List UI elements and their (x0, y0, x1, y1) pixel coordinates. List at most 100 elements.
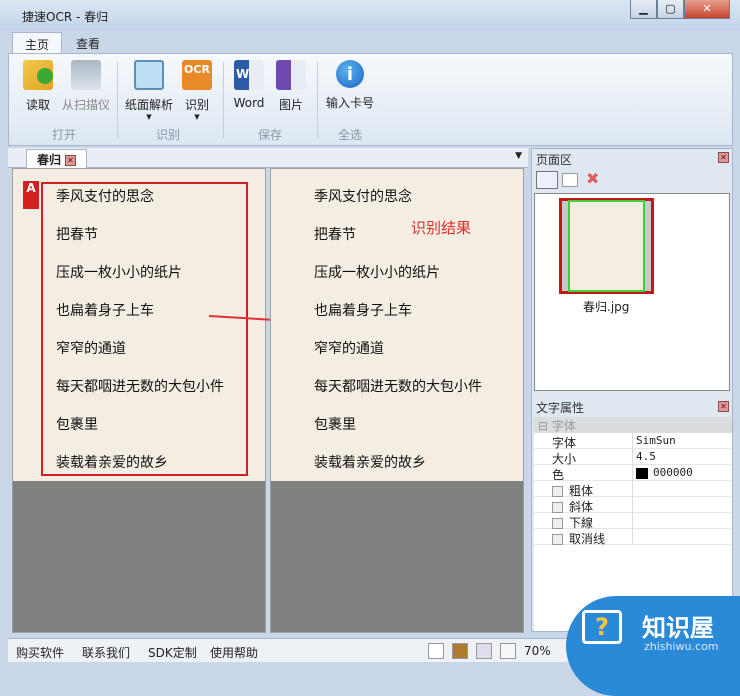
document-tab[interactable]: 春归 ✕ (26, 149, 88, 168)
source-line: 包裹里 (56, 417, 98, 433)
source-page: A 季风支付的思念 把春节压成一枚小小的纸片 也扁着身子上车 窄窄的通道每天都咽进无数… (13, 169, 303, 481)
read-button[interactable]: 读取 (21, 60, 55, 113)
result-pane: 识别结果 季风支付的思念 把春节压成一枚小小的纸片 也扁着身子上车 窄窄的通道每天都咽… (270, 168, 524, 633)
result-line[interactable]: 每天都咽进无数的大包小件 (314, 376, 482, 396)
property-row[interactable]: 色 000000 (534, 465, 732, 482)
property-name: 取消线 (552, 530, 605, 547)
close-text-props-icon[interactable]: ✕ (718, 401, 729, 412)
watermark-text: 知识屋 (642, 614, 714, 642)
close-page-panel-icon[interactable]: ✕ (718, 152, 729, 163)
page-thumbnail[interactable] (559, 198, 654, 294)
source-line: 窄窄的通道 (56, 341, 126, 357)
result-line[interactable]: 窄窄的通道 (314, 338, 384, 358)
help-link[interactable]: 使用帮助 (210, 644, 258, 661)
checkbox[interactable] (552, 534, 563, 545)
property-label: 字体 (552, 436, 577, 450)
save-image-button[interactable]: 图片 (275, 60, 307, 113)
text-view-icon[interactable] (476, 643, 492, 659)
folder-open-icon (23, 60, 53, 90)
thumbnail-view-icon[interactable] (536, 171, 558, 189)
document-tab-label: 春归 (37, 153, 62, 167)
result-label: 识别结果 (411, 219, 472, 237)
checkbox-row[interactable]: 下線 (534, 513, 732, 530)
save-word-button[interactable]: W Word (231, 60, 267, 110)
checkbox-row[interactable]: 斜体 (534, 497, 732, 514)
value-text: SimSun (636, 434, 676, 447)
window-title: 捷速OCR - 春归 (22, 10, 109, 24)
category-font[interactable]: ⊟ 字体 (534, 417, 732, 433)
buy-link[interactable]: 购买软件 (16, 644, 64, 661)
property-value[interactable]: 4.5 (636, 450, 656, 463)
tab-home[interactable]: 主页 (12, 32, 63, 54)
split-view-icon[interactable] (500, 643, 516, 659)
property-label: 粗体 (569, 484, 594, 498)
watermark-sub: zhishiwu.com (644, 640, 719, 653)
enter-card-button[interactable]: i 输入卡号 (323, 60, 377, 111)
property-value[interactable]: 000000 (636, 466, 693, 479)
source-line: 压成一枚小小的纸片 (56, 265, 182, 281)
page-list: 春归.jpg (534, 193, 730, 391)
text-region-icon: A (23, 181, 39, 209)
maximize-button[interactable]: ▢ (657, 0, 684, 19)
close-button[interactable]: ✕ (684, 0, 730, 19)
result-line[interactable]: 压成一枚小小的纸片 (314, 262, 440, 282)
result-line[interactable]: 季风支付的思念 (314, 186, 412, 206)
scanner-label: 从扫描仪 (61, 98, 110, 112)
image-view-icon[interactable] (452, 643, 468, 659)
divider (117, 62, 118, 138)
source-image-pane: A 季风支付的思念 把春节压成一枚小小的纸片 也扁着身子上车 窄窄的通道每天都咽进无数… (12, 168, 303, 633)
checkbox[interactable] (552, 518, 563, 529)
zoom-level[interactable]: 70% (524, 644, 551, 658)
property-label: 取消线 (569, 532, 606, 546)
sdk-link[interactable]: SDK定制 (148, 644, 197, 661)
read-label: 读取 (25, 98, 50, 112)
group-recognize: 识别 (155, 128, 180, 142)
recognize-button[interactable]: OCR 识别 ▼ (181, 60, 213, 121)
title-bar: 捷速OCR - 春归 ▁ ▢ ✕ (0, 0, 740, 30)
image-label: 图片 (278, 98, 303, 112)
scanner-icon (71, 60, 101, 90)
checkbox[interactable] (552, 502, 563, 513)
list-view-icon[interactable] (562, 173, 578, 187)
checkbox-row[interactable]: 取消线 (534, 529, 732, 547)
source-line: 季风支付的思念 (56, 189, 154, 205)
property-label: 下線 (569, 516, 594, 530)
result-line[interactable]: 也扁着身子上车 (314, 300, 412, 320)
minimize-button[interactable]: ▁ (630, 0, 657, 19)
source-line: 也扁着身子上车 (56, 303, 154, 319)
layout-analysis-icon (134, 60, 164, 90)
category-label: 字体 (551, 419, 576, 433)
source-line: 把春节 (56, 227, 98, 243)
checkbox[interactable] (552, 486, 563, 497)
checkbox-row[interactable]: 粗体 (534, 481, 732, 498)
result-line[interactable]: 装载着亲爱的故乡 (314, 452, 426, 472)
tab-view[interactable]: 查看 (64, 32, 112, 54)
contact-link[interactable]: 联系我们 (82, 644, 130, 661)
property-label: 色 (552, 468, 565, 482)
group-open: 打开 (51, 128, 76, 142)
delete-icon[interactable]: ✖ (586, 169, 599, 188)
result-line[interactable]: 包裹里 (314, 414, 356, 434)
scanner-button[interactable]: 从扫描仪 (59, 60, 113, 113)
property-label: 斜体 (569, 500, 594, 514)
info-icon: i (336, 60, 364, 88)
fit-page-icon[interactable] (428, 643, 444, 659)
side-panels: 页面区 ✕ ✖ 春归.jpg 文字属性 ✕ ⊟ 字体 字体 SimSun 大小 4.5… (531, 148, 733, 632)
ribbon: 读取 从扫描仪 纸面解析 ▼ OCR 识别 ▼ W Word 图片 i 输入卡号 打开 识… (8, 53, 733, 146)
property-row[interactable]: 大小 4.5 (534, 449, 732, 466)
image-icon (276, 60, 306, 90)
property-row[interactable]: 字体 SimSun (534, 433, 732, 450)
layout-analysis-label: 纸面解析 (124, 98, 173, 112)
source-line: 每天都咽进无数的大包小件 (56, 379, 224, 395)
result-line[interactable]: 把春节 (314, 224, 356, 244)
property-label: 大小 (552, 452, 577, 466)
property-value[interactable]: SimSun (636, 434, 676, 447)
group-select-all: 全选 (337, 128, 362, 142)
result-page[interactable]: 识别结果 季风支付的思念 把春节压成一枚小小的纸片 也扁着身子上车 窄窄的通道每天都咽… (271, 169, 523, 481)
source-line: 装载着亲爱的故乡 (56, 455, 168, 471)
divider (317, 62, 318, 138)
word-label: Word (233, 96, 265, 110)
layout-analysis-button[interactable]: 纸面解析 ▼ (123, 60, 175, 121)
tab-dropdown-icon[interactable]: ▼ (515, 151, 522, 161)
close-tab-icon[interactable]: ✕ (65, 155, 77, 166)
